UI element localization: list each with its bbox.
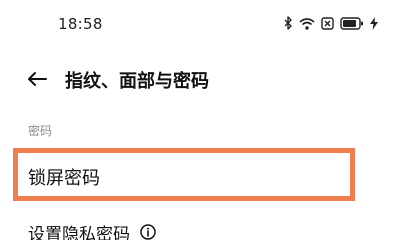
status-icons: [284, 16, 378, 30]
status-bar: 18:58: [0, 0, 400, 48]
settings-screen: 18:58 指纹、面部与密码 密码 锁屏密码 设置隐私密码: [0, 0, 400, 240]
status-time: 18:58: [58, 15, 103, 33]
lockscreen-password-label: 锁屏密码: [28, 168, 100, 189]
info-icon[interactable]: [140, 224, 156, 240]
privacy-password-item[interactable]: 设置隐私密码: [28, 220, 156, 240]
battery-icon: [340, 16, 363, 30]
bluetooth-icon: [284, 16, 292, 30]
wifi-icon: [299, 17, 315, 30]
privacy-password-label: 设置隐私密码: [28, 224, 130, 240]
page-title: 指纹、面部与密码: [65, 71, 209, 92]
back-arrow-icon[interactable]: [24, 66, 50, 92]
charging-icon: [370, 16, 378, 30]
page-header: 指纹、面部与密码: [0, 62, 400, 96]
sim-icon: [321, 16, 334, 30]
section-label-password: 密码: [28, 124, 53, 138]
lockscreen-password-item[interactable]: 锁屏密码: [13, 148, 355, 201]
